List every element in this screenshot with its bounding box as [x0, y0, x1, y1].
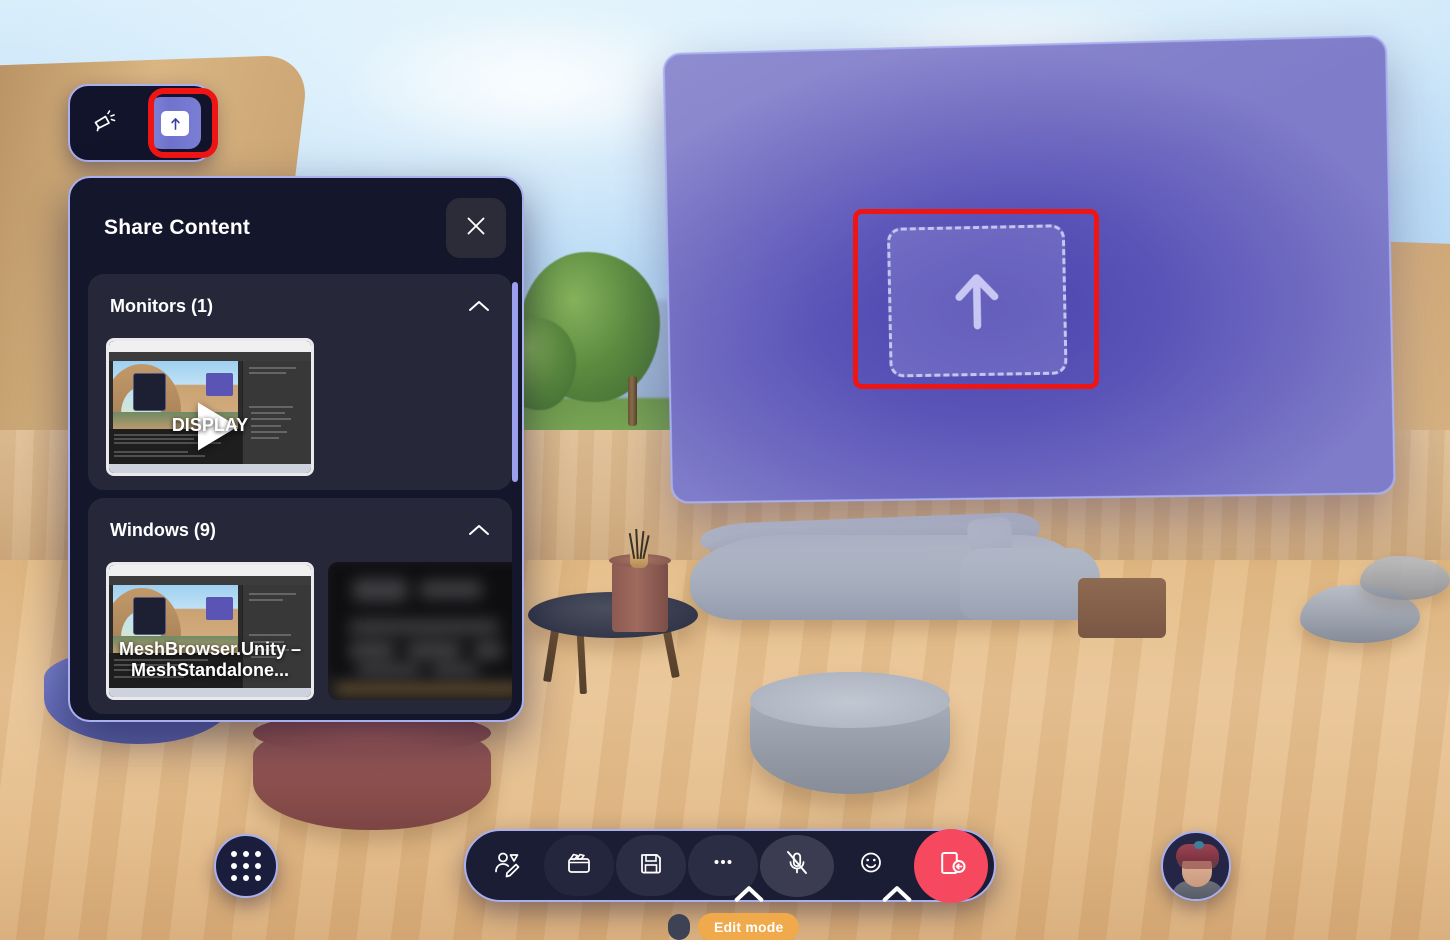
chevron-up-icon[interactable]: [882, 879, 912, 902]
window-thumbnail[interactable]: [328, 562, 512, 700]
door-exit-icon: [934, 846, 968, 885]
monitors-thumbnail-list: DISPLAY: [88, 338, 512, 490]
page-title: Share Content: [104, 216, 251, 239]
section-windows: Windows (9) MeshBrowser.Unity – MeshStan…: [88, 498, 512, 714]
avatar-cap-emblem: [1194, 841, 1204, 849]
chevron-up-icon[interactable]: [468, 523, 490, 537]
camera-button[interactable]: [544, 835, 614, 896]
immersive-space-screenshot: Share Content Monitors (1) DISPLAY Windo…: [0, 0, 1450, 940]
panel-scrollbar-thumb[interactable]: [512, 282, 518, 482]
ellipsis-icon: [708, 848, 738, 883]
wood-block: [1078, 578, 1166, 638]
chevron-up-icon[interactable]: [468, 299, 490, 313]
clapperboard-icon: [564, 848, 594, 883]
share-content-button[interactable]: [149, 97, 201, 149]
section-monitors-title: Monitors (1): [110, 295, 213, 316]
leave-button[interactable]: [914, 828, 988, 903]
monitor-thumbnail[interactable]: DISPLAY: [106, 338, 314, 476]
avatar-edit-icon: [492, 848, 522, 883]
close-button[interactable]: [446, 198, 506, 258]
section-windows-header[interactable]: Windows (9): [88, 498, 512, 562]
section-monitors-header[interactable]: Monitors (1): [88, 274, 512, 338]
windows-thumbnail-list: MeshBrowser.Unity – MeshStandalone...: [88, 562, 512, 714]
more-button[interactable]: [688, 835, 764, 902]
apps-grid-button[interactable]: [214, 834, 278, 898]
tree-trunk: [628, 376, 637, 426]
window-label: MeshBrowser.Unity – MeshStandalone...: [118, 638, 302, 680]
reactions-button[interactable]: [836, 835, 912, 902]
close-icon: [465, 215, 487, 242]
chevron-up-icon[interactable]: [734, 879, 764, 902]
mic-muted-icon: [782, 848, 812, 883]
avatar[interactable]: [1161, 831, 1231, 901]
announce-button[interactable]: [81, 100, 127, 146]
mic-button[interactable]: [760, 834, 834, 897]
upload-arrow-icon: [949, 267, 1004, 335]
side-table: [609, 554, 671, 632]
main-toolbar: [464, 828, 996, 903]
edit-mode-indicator: Edit mode: [668, 913, 800, 940]
avatar-reactions-button[interactable]: [472, 835, 542, 896]
announce-icon: [91, 108, 117, 139]
section-windows-title: Windows (9): [110, 519, 216, 540]
share-panel-body[interactable]: Monitors (1) DISPLAY Windows (9) MeshBro…: [88, 274, 512, 720]
window-thumbnail[interactable]: MeshBrowser.Unity – MeshStandalone...: [106, 562, 314, 700]
share-content-icon: [161, 110, 189, 136]
status-badge: Edit mode: [698, 913, 800, 940]
monitor-label: DISPLAY: [171, 414, 249, 435]
ottoman: [750, 672, 950, 794]
stage-dropzone[interactable]: [886, 224, 1068, 378]
edit-mode-handle[interactable]: [668, 914, 690, 940]
section-monitors: Monitors (1) DISPLAY: [88, 274, 512, 490]
smiley-icon: [856, 848, 886, 883]
share-mini-toolbar: [68, 84, 214, 162]
window-preview-blurred: [328, 562, 512, 700]
share-panel-header: Share Content: [70, 178, 522, 278]
decor-sticks: [628, 528, 650, 560]
save-button[interactable]: [616, 835, 686, 896]
share-content-panel: Share Content Monitors (1) DISPLAY Windo…: [68, 176, 524, 722]
grid-dots-icon: [231, 851, 261, 881]
red-drum-seat: [253, 712, 491, 830]
floppy-disk-icon: [636, 848, 666, 883]
